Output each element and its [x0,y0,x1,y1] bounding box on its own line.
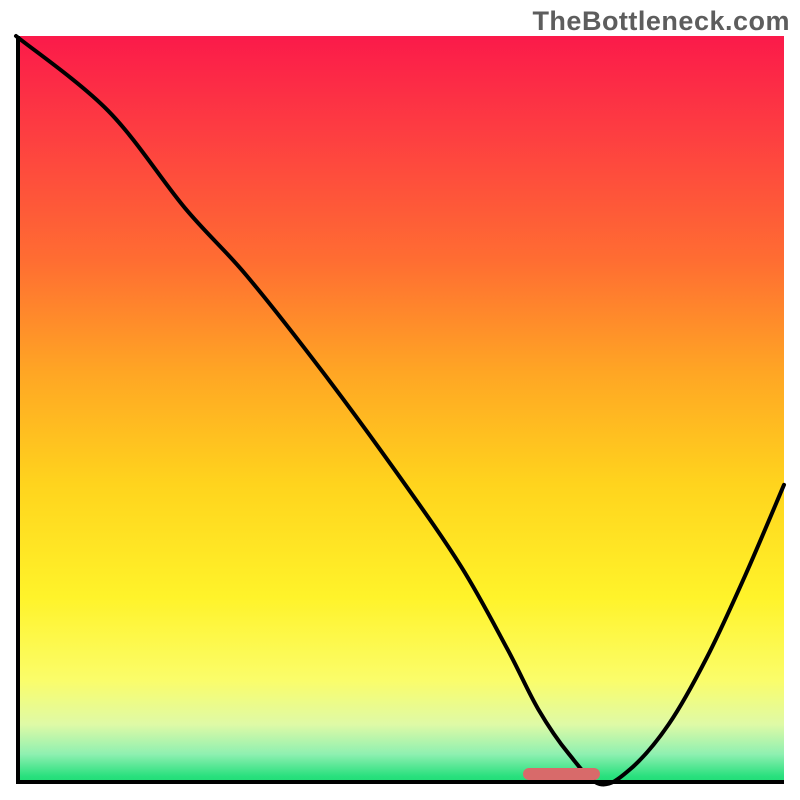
watermark-label: TheBottleneck.com [532,6,790,37]
curve-layer [16,36,784,784]
bottleneck-plot: TheBottleneck.com [0,0,800,800]
bottleneck-curve-line [16,36,784,784]
chart-area [16,36,784,784]
optimal-range-marker [523,768,600,780]
